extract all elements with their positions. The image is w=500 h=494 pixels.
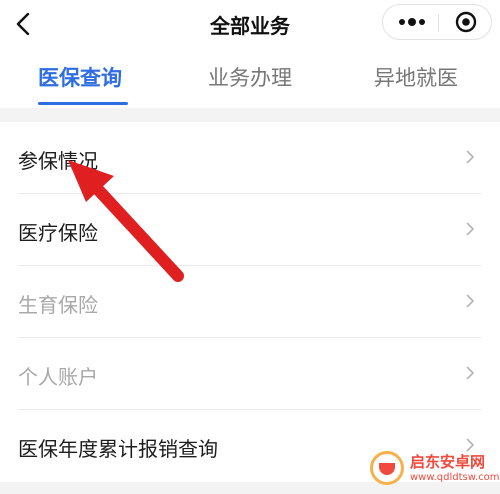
list-item-medical-insurance[interactable]: 医疗保险 [0, 194, 500, 266]
tab-business-handling[interactable]: 业务办理 [208, 62, 292, 92]
list-item-insurance-status[interactable]: 参保情况 [0, 122, 500, 194]
top-nav-bar: 全部业务 [0, 0, 500, 46]
chevron-left-icon [16, 13, 30, 35]
chevron-right-icon [466, 366, 474, 380]
chevron-right-icon [466, 438, 474, 452]
section-gap [0, 108, 500, 122]
list-item-label: 参保情况 [18, 149, 98, 173]
tab-bar: 医保查询 业务办理 异地就医 [0, 50, 500, 108]
back-button[interactable] [10, 6, 44, 40]
chevron-right-icon [466, 150, 474, 164]
close-button[interactable] [439, 5, 493, 39]
list-item-label: 医保年度累计报销查询 [18, 437, 218, 461]
more-button[interactable] [383, 5, 438, 39]
chevron-right-icon [466, 294, 474, 308]
target-close-icon [455, 11, 477, 33]
tab-medical-insurance-query[interactable]: 医保查询 [38, 62, 122, 92]
mini-program-capsule [382, 4, 492, 40]
list-item-label: 医疗保险 [18, 221, 98, 245]
chevron-right-icon [466, 222, 474, 236]
active-tab-indicator [38, 102, 128, 105]
bottom-gap [0, 482, 500, 494]
list-item-label: 生育保险 [18, 293, 98, 317]
list-item-personal-account[interactable]: 个人账户 [0, 338, 500, 410]
list-item-annual-reimbursement-query[interactable]: 医保年度累计报销查询 [0, 410, 500, 482]
list-item-label: 个人账户 [18, 365, 98, 389]
tab-remote-medical[interactable]: 异地就医 [374, 62, 458, 92]
list-item-maternity-insurance[interactable]: 生育保险 [0, 266, 500, 338]
